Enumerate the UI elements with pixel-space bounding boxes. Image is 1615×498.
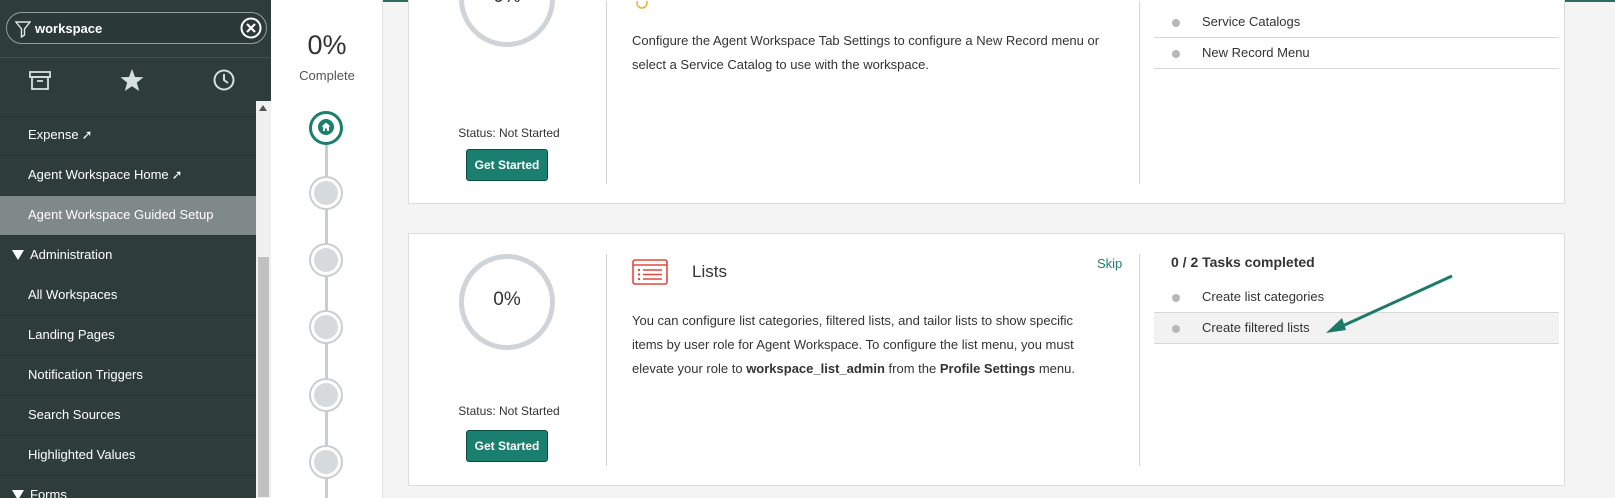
menu-item-label: Expense — [28, 127, 79, 142]
task-label: Service Catalogs — [1202, 14, 1301, 29]
scrollbar-thumb[interactable] — [258, 257, 269, 497]
menu-item-partial[interactable] — [0, 101, 261, 117]
application-navigator: workspace Expense ➚ Agent Workspace Home… — [0, 0, 271, 498]
menu-item-label: Landing Pages — [28, 327, 115, 342]
overall-percent: 0% — [307, 30, 347, 60]
task-list: Service Catalogs New Record Menu — [1154, 7, 1559, 69]
archive-icon — [29, 71, 51, 90]
card-percent: 0% — [464, 0, 550, 8]
progress-step[interactable] — [311, 447, 341, 477]
card-description: Configure the Agent Workspace Tab Settin… — [632, 33, 1100, 72]
filter-value: workspace — [35, 21, 103, 36]
task-status-dot — [1172, 325, 1180, 333]
history-tab[interactable] — [210, 66, 238, 94]
star-icon — [120, 69, 144, 91]
navigator-menu: Expense ➚ Agent Workspace Home ➚ Agent Wor… — [0, 101, 261, 498]
task-status-dot — [1172, 50, 1180, 58]
filter-navigator-input[interactable]: workspace — [6, 12, 267, 44]
card-status: Status: Not Started — [458, 126, 560, 140]
progress-rail: 0% Complete — [271, 0, 383, 498]
progress-step[interactable] — [311, 245, 341, 275]
progress-step[interactable] — [311, 178, 341, 208]
card-status: Status: Not Started — [458, 404, 560, 418]
setup-card-tabs: 0% Status: Not Started Get Started Confi… — [408, 0, 1565, 204]
menu-item-notification-triggers[interactable]: Notification Triggers — [0, 356, 261, 396]
menu-item-label: All Workspaces — [28, 287, 118, 302]
progress-ring: 0% — [459, 0, 555, 47]
section-forms[interactable]: Forms — [0, 476, 261, 498]
settings-icon — [636, 1, 648, 9]
task-label: New Record Menu — [1202, 45, 1310, 60]
list-icon — [632, 259, 668, 285]
progress-ring: 0% — [459, 254, 555, 350]
get-started-button[interactable]: Get Started — [466, 149, 548, 181]
favorites-tab[interactable] — [118, 66, 146, 94]
task-label: Create list categories — [1202, 289, 1325, 304]
annotation-arrow — [1326, 274, 1453, 333]
home-step[interactable] — [309, 111, 343, 145]
tasks-completed-heading: 0 / 2 Tasks completed — [1171, 254, 1315, 270]
menu-item-label: Notification Triggers — [28, 367, 143, 382]
desc-text: menu. — [1035, 361, 1075, 376]
divider — [1139, 254, 1140, 466]
progress-step[interactable] — [311, 312, 341, 342]
edit-icon[interactable]: ➚ — [82, 127, 93, 142]
card-percent: 0% — [493, 289, 521, 310]
menu-item-agent-workspace-guided-setup[interactable]: Agent Workspace Guided Setup — [0, 196, 261, 236]
scroll-up-arrow-icon[interactable] — [259, 105, 267, 111]
filter-icon — [15, 21, 31, 38]
section-administration[interactable]: Administration — [0, 236, 261, 276]
menu-item-agent-workspace-home[interactable]: Agent Workspace Home ➚ — [0, 156, 261, 196]
desc-role-name: workspace_list_admin — [746, 361, 885, 376]
desc-text: from the — [884, 361, 940, 376]
menu-item-label: Agent Workspace Home — [28, 167, 169, 182]
clear-filter-icon[interactable] — [240, 17, 262, 39]
navigator-scrollbar[interactable] — [256, 101, 271, 498]
collapse-triangle-icon[interactable] — [12, 490, 24, 498]
menu-item-label: Agent Workspace Guided Setup — [28, 207, 214, 222]
all-applications-tab[interactable] — [26, 66, 54, 94]
skip-link[interactable]: Skip — [1097, 256, 1122, 271]
section-label: Forms — [30, 487, 67, 498]
get-started-button[interactable]: Get Started — [466, 430, 548, 462]
menu-item-label: Search Sources — [28, 407, 121, 422]
section-label: Administration — [30, 247, 113, 262]
home-icon — [318, 119, 334, 135]
collapse-triangle-icon[interactable] — [12, 250, 24, 260]
navigator-tabs — [0, 57, 271, 101]
card-description: You can configure list categories, filte… — [632, 309, 1102, 381]
task-item[interactable]: Service Catalogs — [1154, 7, 1559, 38]
divider — [606, 254, 607, 466]
guided-setup-content: 0% Status: Not Started Get Started Confi… — [383, 0, 1615, 498]
complete-label: Complete — [299, 68, 355, 83]
menu-item-all-workspaces[interactable]: All Workspaces — [0, 276, 261, 316]
task-label: Create filtered lists — [1202, 320, 1310, 335]
setup-card-lists: 0% Status: Not Started Get Started Lists… — [408, 233, 1565, 486]
desc-menu-name: Profile Settings — [939, 361, 1036, 376]
divider — [1139, 1, 1140, 184]
menu-item-search-sources[interactable]: Search Sources — [0, 396, 261, 436]
task-status-dot — [1172, 19, 1180, 27]
menu-item-landing-pages[interactable]: Landing Pages — [0, 316, 261, 356]
task-status-dot — [1172, 294, 1180, 302]
divider — [606, 1, 607, 184]
progress-step[interactable] — [311, 380, 341, 410]
menu-item-highlighted-values[interactable]: Highlighted Values — [0, 436, 261, 476]
card-title: Lists — [692, 262, 727, 281]
task-item[interactable]: New Record Menu — [1154, 38, 1559, 69]
menu-item-expense[interactable]: Expense ➚ — [0, 116, 261, 156]
edit-icon[interactable]: ➚ — [172, 167, 183, 182]
menu-item-label: Highlighted Values — [28, 447, 136, 462]
clock-icon — [213, 69, 235, 91]
